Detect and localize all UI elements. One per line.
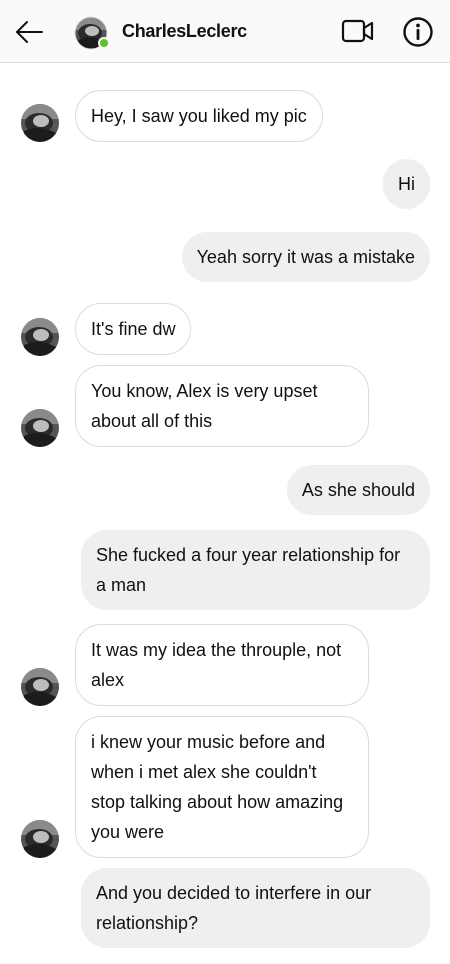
- sender-avatar: [21, 409, 59, 447]
- info-icon[interactable]: [402, 16, 434, 48]
- chat-header: CharlesLeclerc: [0, 0, 450, 63]
- online-status-dot: [98, 37, 110, 49]
- sender-avatar: [21, 820, 59, 858]
- back-arrow-icon[interactable]: [14, 18, 44, 46]
- sender-avatar: [21, 668, 59, 706]
- sender-avatar: [21, 318, 59, 356]
- message-bubble-outgoing[interactable]: As she should: [286, 465, 430, 515]
- message-bubble-outgoing[interactable]: She fucked a four year relationship for …: [81, 530, 430, 610]
- message-bubble-outgoing[interactable]: Yeah sorry it was a mistake: [181, 232, 430, 282]
- contact-name[interactable]: CharlesLeclerc: [122, 21, 247, 42]
- message-bubble-incoming[interactable]: It's fine dw: [75, 303, 192, 355]
- message-bubble-outgoing[interactable]: Hi: [383, 159, 430, 209]
- message-bubble-incoming[interactable]: It was my idea the throuple, not alex: [75, 624, 369, 706]
- sender-avatar: [21, 104, 59, 142]
- message-bubble-incoming[interactable]: i knew your music before and when i met …: [75, 716, 369, 858]
- video-call-icon[interactable]: [341, 17, 375, 45]
- message-thread: Hey, I saw you liked my pic Hi Yeah sorr…: [0, 63, 450, 964]
- message-bubble-incoming[interactable]: Hey, I saw you liked my pic: [75, 90, 323, 142]
- message-bubble-outgoing[interactable]: And you decided to interfere in our rela…: [81, 868, 430, 948]
- message-bubble-incoming[interactable]: You know, Alex is very upset about all o…: [75, 365, 369, 447]
